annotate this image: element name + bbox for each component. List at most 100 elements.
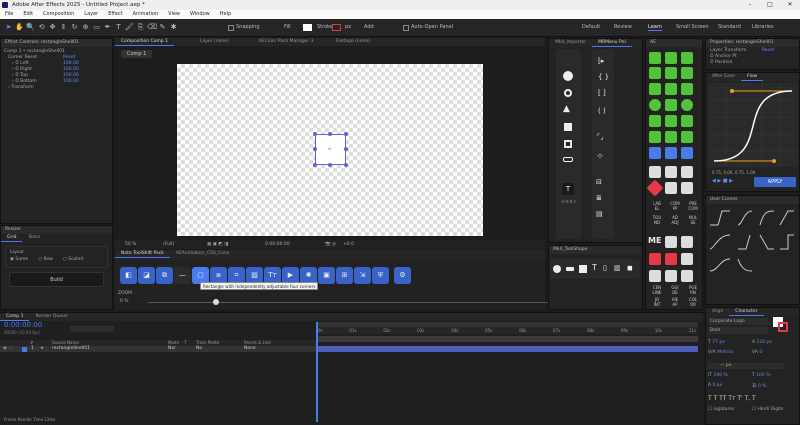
grid-toggle-icon[interactable]: ▦ ▣ ◩ ◨ xyxy=(207,240,228,249)
gear-icon[interactable]: ⚙ xyxy=(394,267,411,284)
add-label[interactable]: Add xyxy=(364,24,374,30)
green-pin-icon[interactable] xyxy=(681,52,693,64)
timeline-tab-comp[interactable]: Comp 1 xyxy=(0,313,30,321)
frame-corner-icon[interactable]: ⌜⌟ xyxy=(597,133,604,141)
zoom-tool-icon[interactable]: 🔍 xyxy=(26,23,35,32)
zoom-dropdown[interactable]: 50 % xyxy=(125,240,136,249)
handle-bottom[interactable] xyxy=(328,163,332,167)
green-spline-icon[interactable] xyxy=(665,131,677,143)
sound-button[interactable]: TOU ND xyxy=(648,215,666,225)
align-icon[interactable] xyxy=(681,236,693,248)
menu-edit[interactable]: Edit xyxy=(18,10,38,19)
clipboard-icon[interactable] xyxy=(665,182,677,194)
text-block-icon[interactable]: ▤ xyxy=(596,210,603,218)
green-square-icon[interactable] xyxy=(665,99,677,111)
align-left-icon[interactable]: ◧ xyxy=(120,267,137,284)
tab-mrmenu[interactable]: MRMenu Pnl xyxy=(592,39,632,47)
resizer-tab-sizes[interactable]: Sizes xyxy=(22,234,46,242)
anchor-tool-icon[interactable]: ⊕ xyxy=(81,23,90,32)
resizer-tab-grid[interactable]: Grid xyxy=(1,234,23,242)
green-bone-icon[interactable] xyxy=(681,83,693,95)
comp-breadcrumb[interactable]: Comp 1 xyxy=(121,50,153,58)
ease-handle-out[interactable] xyxy=(772,159,776,163)
precomp-icon[interactable]: ▣ xyxy=(318,267,335,284)
workspace-review[interactable]: Review xyxy=(614,24,632,30)
grid-icon[interactable] xyxy=(681,253,693,265)
null-button[interactable]: NUL SE xyxy=(684,215,702,225)
curve-preset[interactable] xyxy=(759,210,775,226)
baseline-field[interactable]: A 0 px xyxy=(708,383,722,388)
rectangle-tool-icon[interactable]: ▭ xyxy=(92,23,101,32)
curve-preset[interactable] xyxy=(738,234,751,250)
curve-preset[interactable] xyxy=(710,210,730,226)
curve-preset[interactable] xyxy=(709,258,731,272)
curve-preset[interactable] xyxy=(737,258,753,272)
tab-color-pack[interactable]: AEColor Pack Manager 3 xyxy=(253,38,320,46)
circle-icon[interactable] xyxy=(563,71,573,81)
joint-button[interactable]: JO INT xyxy=(648,297,666,307)
hindi-digits-checkbox[interactable]: ☐ Hindi Digits xyxy=(752,407,783,412)
folder-icon[interactable] xyxy=(681,166,693,178)
menu-help[interactable]: Help xyxy=(215,10,236,19)
toolshape-tab[interactable]: Mk4_ToolShape xyxy=(549,246,642,254)
option-row[interactable]: ○ Row xyxy=(38,257,53,262)
menu-view[interactable]: View xyxy=(163,10,185,19)
hand-tool-icon[interactable]: ✋ xyxy=(15,23,24,32)
ts-video-icon[interactable]: ◼ xyxy=(627,264,633,272)
paren-icon[interactable]: ( ) xyxy=(598,107,606,115)
current-time[interactable]: 0:00:00:00 xyxy=(4,321,42,329)
curve-preset[interactable] xyxy=(779,210,794,226)
stroke-width-field[interactable]: — px xyxy=(708,363,784,369)
workspace-learn[interactable]: Learn xyxy=(648,24,662,31)
handle-left[interactable] xyxy=(313,147,317,151)
puppet-tool-icon[interactable]: ✱ xyxy=(169,23,178,32)
handle-top[interactable] xyxy=(328,132,332,136)
text-style-buttons[interactable]: T T TT Tт T' T, T xyxy=(708,395,756,402)
curve-preset[interactable] xyxy=(709,234,731,250)
center-button[interactable]: CEN LINE xyxy=(648,285,666,295)
measure-icon[interactable] xyxy=(681,270,693,282)
ts-bar-icon[interactable] xyxy=(566,267,574,271)
tab-importer[interactable]: Mk4_Importer xyxy=(549,39,592,47)
distribute-icon[interactable]: ⧉ xyxy=(156,267,173,284)
effect-row[interactable]: › Transform xyxy=(4,85,109,91)
calendar-icon[interactable] xyxy=(665,166,677,178)
exposure-display[interactable]: +0.0 xyxy=(343,240,354,249)
label-button[interactable]: LAB EL xyxy=(648,201,666,211)
close-button[interactable]: ✕ xyxy=(780,0,800,10)
timecode-display[interactable]: 0:00:00:00 xyxy=(265,240,290,249)
layer-switches-icon[interactable]: ◉ ◌ xyxy=(3,346,12,352)
build-button[interactable]: Build xyxy=(9,272,104,287)
ts-column-icon[interactable]: ▯ xyxy=(603,264,607,272)
curve-preset[interactable] xyxy=(737,210,753,226)
rectangle-shape-layer[interactable]: ⌖ xyxy=(313,132,348,167)
ts-text-icon[interactable]: T xyxy=(592,263,597,272)
menu-effect[interactable]: Effect xyxy=(103,10,127,19)
layer-mode[interactable]: Nor xyxy=(168,346,176,352)
stack-icon[interactable] xyxy=(649,166,661,178)
leading-field[interactable]: A 120 px xyxy=(752,340,772,345)
layer-matte[interactable]: No xyxy=(196,346,202,352)
auto-open-checkbox[interactable] xyxy=(403,25,409,31)
pan-tool-icon[interactable]: ✥ xyxy=(48,23,57,32)
guide-icon[interactable] xyxy=(649,270,661,282)
handle-right[interactable] xyxy=(344,147,348,151)
green-figure-icon[interactable] xyxy=(665,67,677,79)
snapshot-icon[interactable]: 📷 ◎ xyxy=(325,240,336,249)
option-same[interactable]: ◉ Same xyxy=(10,257,28,262)
ts-image-icon[interactable]: ▥ xyxy=(614,264,621,272)
center-point-icon[interactable]: ⊹ xyxy=(597,152,603,160)
green-walk-icon[interactable] xyxy=(649,83,661,95)
aie-button[interactable]: AIE AP xyxy=(666,297,684,307)
ease-title[interactable]: After Ease xyxy=(706,73,741,81)
minimize-button[interactable]: – xyxy=(740,0,760,10)
lines-icon[interactable] xyxy=(665,236,677,248)
maximize-button[interactable]: □ xyxy=(760,0,780,10)
selection-tool-icon[interactable]: ➤ xyxy=(4,23,13,32)
red-frame-icon[interactable] xyxy=(649,253,661,265)
ease-handle-in[interactable] xyxy=(730,89,734,93)
quality-dropdown[interactable]: (Full) xyxy=(163,240,174,249)
square-outline-icon[interactable] xyxy=(564,140,572,148)
roto-tool-icon[interactable]: ✎ xyxy=(158,23,167,32)
comp-button[interactable]: COM PP xyxy=(666,201,684,211)
